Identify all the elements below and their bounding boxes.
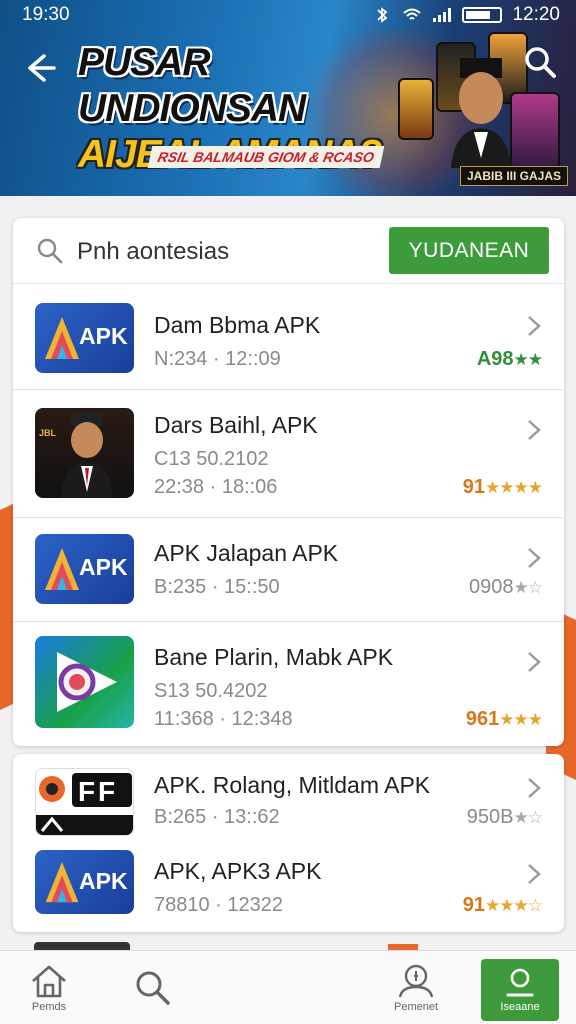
- signal-icon: [433, 8, 452, 22]
- brand-app-icon: F F: [35, 768, 134, 836]
- nav-item-search[interactable]: [118, 951, 188, 1024]
- battery-icon: [462, 7, 503, 23]
- banner-subtitle: RSIL BALMAUB GIOM & RCASO: [147, 146, 385, 168]
- app-meta: S13 50.4202: [154, 680, 268, 702]
- rating-stars-icon: ★★★: [499, 710, 543, 729]
- back-arrow-icon[interactable]: [18, 48, 58, 88]
- app-name: APK, APK3 APK: [154, 858, 322, 884]
- app-list-item[interactable]: F F APK. Rolang, Mitldam APK B:265 · 13:…: [13, 754, 564, 842]
- rating-stars-icon: ★★: [513, 350, 544, 369]
- rating-value: A98: [476, 348, 514, 370]
- apk-icon-text: APK: [79, 868, 128, 894]
- app-name: Dars Baihl, APK: [154, 412, 318, 438]
- app-rating: 91★★★☆: [462, 894, 543, 917]
- phone-graphic: [398, 78, 434, 140]
- app-meta: B:235 · 15::50: [154, 576, 280, 598]
- app-rating: 961★★★: [465, 708, 543, 731]
- rating-stars-icon: ★☆: [513, 578, 544, 597]
- chevron-right-icon: [528, 778, 541, 798]
- chevron-right-icon: [528, 420, 541, 440]
- status-clock-right: 12:20: [512, 4, 560, 25]
- apk-icon-text: APK: [79, 323, 128, 349]
- account-icon: [506, 968, 534, 997]
- svg-text:F: F: [98, 776, 115, 807]
- apk-app-icon: APK: [35, 303, 134, 373]
- apk-app-icon: APK: [35, 850, 134, 914]
- apk-icon-text: APK: [79, 554, 128, 580]
- apk-logo-icon: [45, 548, 79, 590]
- home-icon: [32, 965, 66, 998]
- nav-item-home[interactable]: Pemds: [14, 951, 84, 1024]
- portrait-app-icon: JBL: [35, 408, 134, 498]
- phone-graphic: [510, 92, 560, 170]
- search-submit-button[interactable]: YUDANEAN: [389, 227, 549, 274]
- rating-stars-icon: ★★★☆: [485, 896, 543, 915]
- nav-label-profile: Pemenet: [393, 1001, 439, 1013]
- header-banner: 19:30 12:20 PUSAR UNDIONSAN AIJEAL AMANA…: [0, 0, 576, 196]
- status-icons: 12:20: [372, 4, 560, 26]
- app-rating: 0908★☆: [469, 576, 544, 599]
- search-icon[interactable]: [520, 42, 560, 82]
- apk-app-icon: APK: [35, 534, 134, 604]
- app-rating: A98★★: [476, 348, 544, 371]
- app-meta: 11:368 · 12:348: [154, 708, 293, 730]
- nav-item-profile[interactable]: Pemenet: [378, 951, 454, 1024]
- search-icon: [136, 971, 170, 1005]
- app-meta: C13 50.2102: [154, 448, 269, 470]
- chevron-right-icon: [528, 316, 541, 336]
- rating-value: 91: [462, 894, 486, 916]
- app-meta: N:234 · 12::09: [154, 348, 281, 370]
- app-name: APK. Rolang, Mitldam APK: [154, 772, 431, 798]
- bluetooth-icon: [377, 7, 388, 23]
- app-list-item[interactable]: APK APK Jalapan APK B:235 · 15::50 0908★…: [13, 518, 564, 622]
- rating-stars-icon: ★☆: [513, 808, 544, 827]
- status-time: 19:30: [22, 4, 70, 25]
- app-meta: 22:38 · 18::06: [154, 476, 278, 498]
- rating-value: 961: [465, 708, 500, 730]
- app-list-item[interactable]: JBL Dars Baihl, APK C13 50.2102 22:38 · …: [13, 390, 564, 518]
- app-meta: 78810 · 12322: [154, 894, 284, 916]
- chevron-right-icon: [528, 548, 541, 568]
- search-icon: [37, 238, 63, 264]
- app-list-item[interactable]: Bane Plarin, Mabk APK S13 50.4202 11:368…: [13, 622, 564, 746]
- list-peek-divider: [34, 942, 130, 950]
- nav-item-account[interactable]: Iseaane: [481, 959, 559, 1021]
- chevron-right-icon: [528, 652, 541, 672]
- brand-logo-icon: F F: [36, 773, 133, 835]
- app-name: Bane Plarin, Mabk APK: [154, 644, 394, 670]
- photo-badge: JBL: [39, 428, 57, 438]
- nav-label-account: Iseaane: [500, 1001, 540, 1013]
- app-rating: 950B★☆: [466, 806, 544, 829]
- status-bar: 19:30 12:20: [0, 0, 576, 30]
- app-list-item[interactable]: APK APK, APK3 APK 78810 · 12322 91★★★☆: [13, 842, 564, 932]
- app-name: Dam Bbma APK: [154, 312, 321, 338]
- app-list-item[interactable]: APK Dam Bbma APK N:234 · 12::09 A98★★: [13, 284, 564, 390]
- player-app-icon: [35, 636, 134, 728]
- app-rating: 91★★★★: [462, 476, 543, 499]
- rating-value: 950B: [466, 806, 514, 828]
- rating-value: 91: [462, 476, 486, 498]
- rating-value: 0908: [469, 576, 514, 598]
- profile-icon: [398, 964, 434, 998]
- nav-label-home: Pemds: [31, 1001, 67, 1013]
- person-portrait-icon: [61, 412, 113, 498]
- app-name: APK Jalapan APK: [154, 540, 339, 566]
- app-meta: B:265 · 13::62: [154, 806, 280, 828]
- bottom-navigation: Pemds Pemenet Iseaane: [0, 950, 576, 1024]
- svg-text:F: F: [78, 776, 95, 807]
- play-logo-icon: [57, 652, 117, 712]
- search-input[interactable]: Pnh aontesias: [77, 238, 229, 266]
- person-portrait-icon: [451, 58, 511, 168]
- apk-logo-icon: [45, 317, 79, 359]
- app-list-card: Pnh aontesias YUDANEAN APK Dam Bbma APK …: [13, 218, 564, 746]
- chevron-right-icon: [528, 864, 541, 884]
- wifi-icon: [403, 8, 422, 20]
- apk-logo-icon: [45, 861, 79, 903]
- banner-title-line1: PUSAR UNDIONSAN: [78, 41, 306, 130]
- banner-tag: JABIB III GAJAS: [460, 166, 569, 186]
- rating-stars-icon: ★★★★: [485, 478, 543, 497]
- search-row: Pnh aontesias YUDANEAN: [13, 218, 564, 284]
- app-list-card-secondary: F F APK. Rolang, Mitldam APK B:265 · 13:…: [13, 754, 564, 932]
